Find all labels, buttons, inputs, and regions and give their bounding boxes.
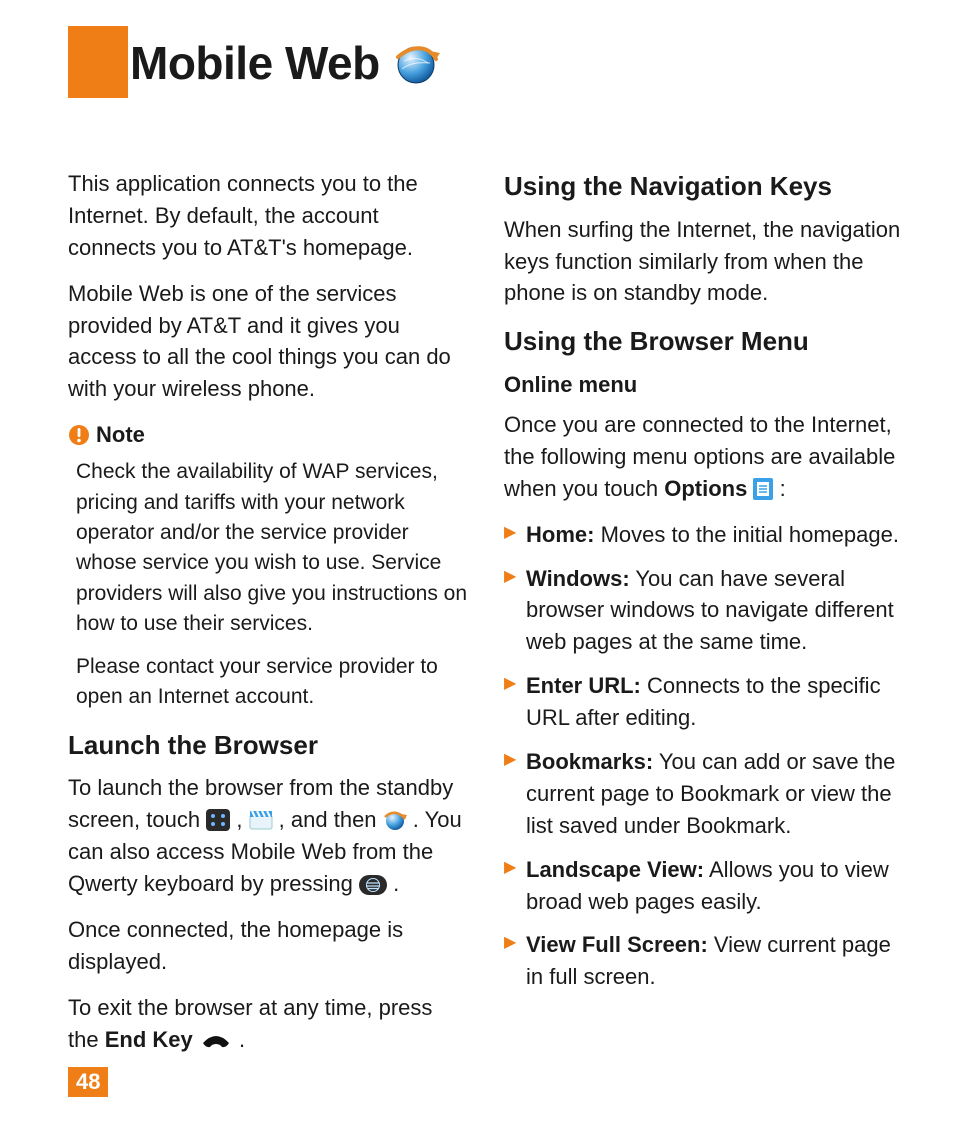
- launch-paragraph-1: To launch the browser from the standby s…: [68, 772, 468, 900]
- list-item: ▶ Landscape View: Allows you to view bro…: [504, 854, 904, 918]
- note-heading: Note: [68, 419, 468, 451]
- triangle-bullet-icon: ▶: [504, 670, 526, 734]
- list-item: ▶ Home: Moves to the initial homepage.: [504, 519, 904, 551]
- online-menu-intro: Once you are connected to the Internet, …: [504, 409, 904, 505]
- bullet-term: Windows:: [526, 566, 630, 591]
- launch-paragraph-3: To exit the browser at any time, press t…: [68, 992, 468, 1056]
- att-key-icon: [359, 875, 387, 895]
- media-clapper-icon: [249, 809, 273, 831]
- content-columns: This application connects you to the Int…: [68, 168, 904, 1069]
- end-call-key-icon: [199, 1031, 233, 1051]
- browser-menu-heading: Using the Browser Menu: [504, 323, 904, 361]
- triangle-bullet-icon: ▶: [504, 854, 526, 918]
- intro-paragraph-2: Mobile Web is one of the services provid…: [68, 278, 468, 406]
- globe-small-icon: [383, 809, 407, 831]
- list-item: ▶ View Full Screen: View current page in…: [504, 929, 904, 993]
- exit-text-d: .: [239, 1027, 245, 1052]
- bullet-text: Landscape View: Allows you to view broad…: [526, 854, 904, 918]
- page-title-row: Mobile Web: [130, 36, 440, 90]
- launch-heading: Launch the Browser: [68, 727, 468, 765]
- note-body: Check the availability of WAP services, …: [76, 457, 468, 713]
- bullet-term: Home:: [526, 522, 594, 547]
- right-column: Using the Navigation Keys When surfing t…: [504, 168, 904, 1069]
- bullet-text: Home: Moves to the initial homepage.: [526, 519, 904, 551]
- globe-browser-icon: [392, 39, 440, 87]
- header-accent-block: [68, 26, 128, 98]
- bullet-text: Windows: You can have several browser wi…: [526, 563, 904, 659]
- page-number-badge: 48: [68, 1067, 108, 1097]
- online-menu-subheading: Online menu: [504, 369, 904, 401]
- launch-text-b: ,: [236, 807, 248, 832]
- page-title: Mobile Web: [130, 36, 380, 90]
- launch-paragraph-2: Once connected, the homepage is displaye…: [68, 914, 468, 978]
- list-item: ▶ Bookmarks: You can add or save the cur…: [504, 746, 904, 842]
- left-column: This application connects you to the Int…: [68, 168, 468, 1069]
- triangle-bullet-icon: ▶: [504, 563, 526, 659]
- triangle-bullet-icon: ▶: [504, 519, 526, 551]
- options-menu-icon: [753, 478, 773, 500]
- triangle-bullet-icon: ▶: [504, 929, 526, 993]
- launch-text-e: .: [393, 871, 399, 896]
- bullet-term: View Full Screen:: [526, 932, 708, 957]
- bullet-text: Bookmarks: You can add or save the curre…: [526, 746, 904, 842]
- list-item: ▶ Enter URL: Connects to the specific UR…: [504, 670, 904, 734]
- bullet-desc: Moves to the initial homepage.: [594, 522, 899, 547]
- triangle-bullet-icon: ▶: [504, 746, 526, 842]
- end-key-label: End Key: [105, 1027, 193, 1052]
- list-item: ▶ Windows: You can have several browser …: [504, 563, 904, 659]
- alert-icon: [68, 424, 90, 446]
- intro-paragraph-1: This application connects you to the Int…: [68, 168, 468, 264]
- note-paragraph-1: Check the availability of WAP services, …: [76, 457, 468, 640]
- launch-text-c: , and then: [279, 807, 383, 832]
- bullet-term: Landscape View:: [526, 857, 704, 882]
- manual-page: Mobile Web This application c: [0, 0, 954, 1145]
- bullet-text: Enter URL: Connects to the specific URL …: [526, 670, 904, 734]
- nav-keys-paragraph: When surfing the Internet, the navigatio…: [504, 214, 904, 310]
- nav-keys-heading: Using the Navigation Keys: [504, 168, 904, 206]
- bullet-term: Bookmarks:: [526, 749, 653, 774]
- options-label: Options: [664, 476, 747, 501]
- note-label: Note: [96, 419, 145, 451]
- apps-grid-icon: [206, 809, 230, 831]
- menu-intro-d: :: [780, 476, 786, 501]
- note-paragraph-2: Please contact your service provider to …: [76, 652, 468, 713]
- bullet-term: Enter URL:: [526, 673, 641, 698]
- bullet-text: View Full Screen: View current page in f…: [526, 929, 904, 993]
